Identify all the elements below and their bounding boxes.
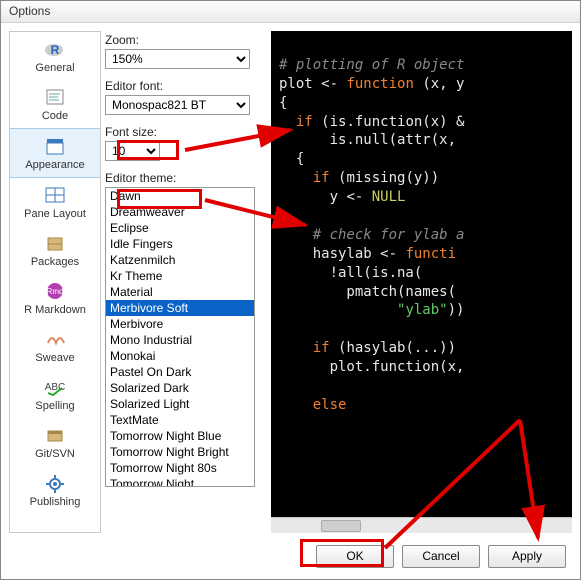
- editor-theme-label: Editor theme:: [105, 171, 265, 185]
- theme-option[interactable]: Merbivore Soft: [106, 300, 254, 316]
- sidebar-item-label: Sweave: [35, 352, 74, 364]
- cancel-button[interactable]: Cancel: [402, 545, 480, 568]
- sidebar-item-code[interactable]: Code: [10, 80, 100, 128]
- theme-option[interactable]: Monokai: [106, 348, 254, 364]
- sidebar-item-label: R Markdown: [24, 304, 86, 316]
- options-dialog: Options R General Code Appearance Pane Layou…: [0, 0, 581, 580]
- sidebar-item-pane-layout[interactable]: Pane Layout: [10, 178, 100, 226]
- theme-option[interactable]: Merbivore: [106, 316, 254, 332]
- editor-font-label: Editor font:: [105, 79, 265, 93]
- zoom-label: Zoom:: [105, 33, 265, 47]
- code-icon: [43, 86, 67, 108]
- sidebar-item-packages[interactable]: Packages: [10, 226, 100, 274]
- font-size-select[interactable]: 10: [105, 141, 160, 161]
- sidebar-item-label: Code: [42, 110, 68, 122]
- theme-option[interactable]: Katzenmilch: [106, 252, 254, 268]
- settings-column: Zoom: 150% Editor font: Monospac821 BT F…: [105, 31, 265, 533]
- sidebar-item-publishing[interactable]: Publishing: [10, 466, 100, 514]
- sidebar-item-label: Publishing: [30, 496, 81, 508]
- r-logo-icon: R: [43, 38, 67, 60]
- sidebar-item-spelling[interactable]: ABC Spelling: [10, 370, 100, 418]
- sidebar-item-label: Spelling: [35, 400, 74, 412]
- sidebar-item-git-svn[interactable]: Git/SVN: [10, 418, 100, 466]
- editor-font-select[interactable]: Monospac821 BT: [105, 95, 250, 115]
- sidebar-item-general[interactable]: R General: [10, 32, 100, 80]
- packages-icon: [43, 232, 67, 254]
- theme-option[interactable]: Idle Fingers: [106, 236, 254, 252]
- sidebar-item-label: Git/SVN: [35, 448, 75, 460]
- theme-option[interactable]: Eclipse: [106, 220, 254, 236]
- theme-option[interactable]: Material: [106, 284, 254, 300]
- apply-button[interactable]: Apply: [488, 545, 566, 568]
- gitsvn-icon: [43, 424, 67, 446]
- theme-option[interactable]: Tomorrow Night Blue: [106, 428, 254, 444]
- sidebar-item-label: Packages: [31, 256, 79, 268]
- theme-option[interactable]: Tomorrow Night Bright: [106, 444, 254, 460]
- theme-option[interactable]: Dreamweaver: [106, 204, 254, 220]
- theme-option[interactable]: Dawn: [106, 188, 254, 204]
- theme-listbox[interactable]: DawnDreamweaverEclipseIdle FingersKatzen…: [105, 187, 255, 487]
- theme-option[interactable]: Tomorrow Night 80s: [106, 460, 254, 476]
- ok-button[interactable]: OK: [316, 545, 394, 568]
- theme-option[interactable]: Mono Industrial: [106, 332, 254, 348]
- sidebar-item-label: General: [35, 62, 74, 74]
- titlebar: Options: [1, 1, 580, 23]
- code-line: # plotting of R object: [279, 57, 464, 73]
- theme-option[interactable]: Solarized Light: [106, 396, 254, 412]
- sidebar-item-appearance[interactable]: Appearance: [10, 128, 100, 178]
- zoom-select[interactable]: 150%: [105, 49, 250, 69]
- theme-option[interactable]: Kr Theme: [106, 268, 254, 284]
- theme-option[interactable]: Solarized Dark: [106, 380, 254, 396]
- sidebar-item-sweave[interactable]: Sweave: [10, 322, 100, 370]
- preview-h-scrollbar[interactable]: [271, 517, 572, 533]
- code-preview: # plotting of R object plot <- function …: [271, 31, 572, 533]
- rmarkdown-icon: Rmd: [43, 280, 67, 302]
- publishing-icon: [43, 472, 67, 494]
- sidebar-item-r-markdown[interactable]: Rmd R Markdown: [10, 274, 100, 322]
- svg-text:R: R: [51, 43, 60, 57]
- sidebar-item-label: Appearance: [25, 159, 84, 171]
- theme-option[interactable]: Tomorrow Night: [106, 476, 254, 487]
- sidebar-item-label: Pane Layout: [24, 208, 86, 220]
- pane-layout-icon: [43, 184, 67, 206]
- svg-text:Rmd: Rmd: [47, 287, 64, 296]
- button-row: OK Cancel Apply: [1, 541, 580, 579]
- spelling-icon: ABC: [43, 376, 67, 398]
- appearance-icon: [43, 135, 67, 157]
- theme-option[interactable]: Pastel On Dark: [106, 364, 254, 380]
- scrollbar-thumb[interactable]: [321, 520, 361, 532]
- sidebar: R General Code Appearance Pane Layout Package…: [9, 31, 101, 533]
- font-size-label: Font size:: [105, 125, 265, 139]
- svg-text:ABC: ABC: [45, 382, 66, 393]
- theme-option[interactable]: TextMate: [106, 412, 254, 428]
- window-title: Options: [9, 4, 50, 18]
- sweave-icon: [43, 328, 67, 350]
